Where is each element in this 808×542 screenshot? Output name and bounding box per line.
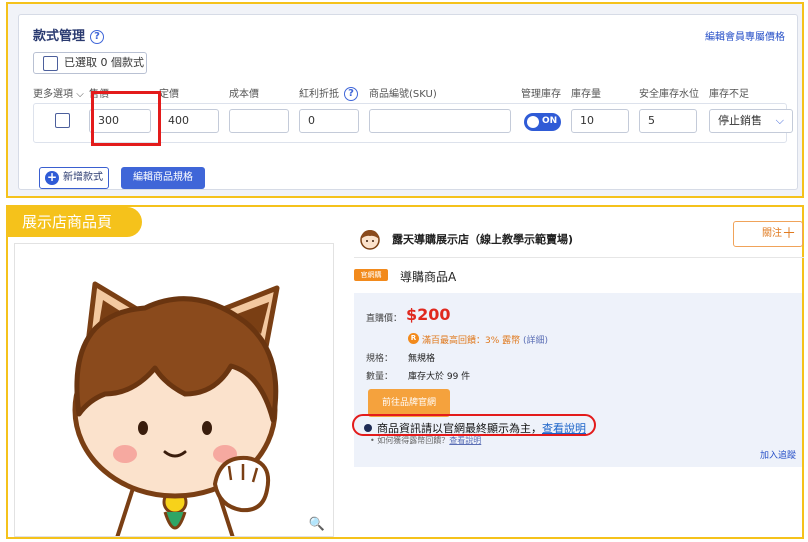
go-official-site-button[interactable]: 前往品牌官網 — [368, 389, 450, 417]
header-cost: 成本價 — [229, 89, 259, 100]
price-label: 直購價： — [366, 314, 403, 324]
discount-input[interactable]: 0 — [299, 109, 359, 133]
header-safety-stock: 安全庫存水位 — [639, 89, 699, 100]
header-stock: 庫存量 — [571, 89, 601, 100]
header-more-options[interactable]: 更多選項 ⌵ — [33, 85, 84, 100]
edit-member-price-link[interactable]: 編輯會員專屬價格 — [705, 28, 785, 43]
follow-button[interactable]: 關注 ＋ — [733, 221, 803, 247]
out-of-stock-select[interactable]: 停止銷售 ⌵ — [709, 109, 793, 133]
cashback-icon: R — [408, 333, 419, 344]
header-discount-text: 紅利折抵 — [299, 89, 339, 100]
selected-count-label: 已選取 0 個款式 — [64, 56, 144, 69]
out-of-stock-select-value: 停止銷售 — [718, 114, 762, 127]
cat-boy-illustration — [72, 281, 280, 536]
header-discount: 紅利折抵? — [299, 85, 358, 101]
spec-value: 無規格 — [408, 354, 436, 364]
cashback-details-link[interactable]: (詳細) — [523, 336, 548, 346]
cashback-text: 滿百最高回饋：3% 露幣 — [422, 336, 521, 346]
shop-name[interactable]: 露天導購展示店（線上教學示範賣場) — [392, 231, 573, 247]
product-price: $200 — [406, 305, 451, 324]
edit-spec-button[interactable]: 編輯商品規格 — [121, 167, 205, 189]
subnote-help-link[interactable]: 查看說明 — [449, 436, 481, 445]
divider — [354, 257, 804, 258]
cashback-subnote-text: 如何獲得露幣回饋？ — [377, 436, 450, 445]
help-icon[interactable]: ? — [90, 29, 105, 44]
shop-avatar — [360, 230, 380, 250]
cashback-subnote: • 如何獲得露幣回饋？查看說明 — [370, 436, 482, 445]
official-store-badge: 官網購 — [354, 269, 388, 281]
add-variant-label: 新增款式 — [63, 172, 103, 183]
safety-stock-input[interactable]: 5 — [639, 109, 697, 133]
plus-circle-icon: + — [45, 170, 59, 185]
toggle-label: ON — [542, 116, 558, 126]
notice-highlight-annotation — [352, 414, 596, 436]
header-sku: 商品編號(SKU) — [369, 89, 437, 100]
showcase-tag: 展示店商品頁 — [8, 207, 142, 237]
variant-card: 款式管理? 編輯會員專屬價格 已選取 0 個款式 更多選項 ⌵ 售價 定價 成本… — [18, 14, 798, 190]
spec-label: 規格： — [366, 354, 394, 364]
cashback-info: 滿百最高回饋：3% 露幣 (詳細) — [422, 333, 548, 346]
price-highlight-annotation — [91, 91, 161, 146]
select-all-button[interactable]: 已選取 0 個款式 — [33, 52, 147, 74]
header-out-of-stock: 庫存不足 — [709, 89, 749, 100]
showcase-product-panel: 展示店商品頁 🔍 露天導購展示店（線上教學示範賣場) 關注 ＋ 官網購 導購商品… — [6, 205, 804, 539]
chevron-down-icon: ⌵ — [775, 114, 784, 127]
product-name: 導購商品A — [400, 270, 457, 284]
select-all-checkbox[interactable] — [43, 56, 58, 71]
quantity-label: 數量： — [366, 372, 394, 382]
stock-input[interactable]: 10 — [571, 109, 629, 133]
chevron-down-icon: ⌵ — [76, 89, 84, 100]
row-checkbox[interactable] — [55, 113, 70, 128]
header-more-options-text: 更多選項 — [33, 89, 73, 100]
quantity-value: 庫存大於 99 件 — [408, 372, 471, 382]
zoom-icon[interactable]: 🔍 — [309, 517, 325, 532]
list-price-input[interactable]: 400 — [159, 109, 219, 133]
section-title: 款式管理? — [33, 25, 105, 44]
sku-input[interactable] — [369, 109, 511, 133]
help-icon[interactable]: ? — [344, 87, 358, 101]
variant-management-panel: 款式管理? 編輯會員專屬價格 已選取 0 個款式 更多選項 ⌵ 售價 定價 成本… — [6, 2, 804, 198]
follow-label: 關注 — [762, 228, 782, 239]
section-title-text: 款式管理 — [33, 29, 86, 44]
add-to-tracking-link[interactable]: 加入追蹤 — [760, 448, 796, 461]
plus-icon: ＋ — [782, 226, 796, 242]
manage-stock-toggle[interactable]: ON — [524, 113, 561, 131]
header-manage-stock: 管理庫存 — [521, 89, 561, 100]
add-variant-button[interactable]: + 新增款式 — [39, 167, 109, 189]
product-image[interactable]: 🔍 — [14, 243, 334, 537]
header-list-price: 定價 — [159, 89, 179, 100]
toggle-knob — [527, 116, 539, 128]
cost-input[interactable] — [229, 109, 289, 133]
